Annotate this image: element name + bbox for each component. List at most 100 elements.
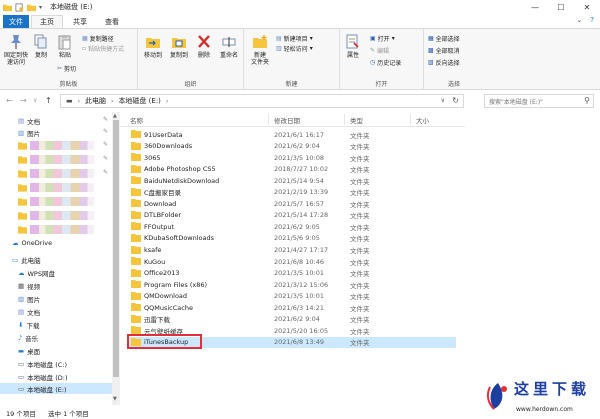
open-button[interactable]: ▣ 打开 ▾ [370, 34, 395, 43]
column-header-size[interactable]: 大小 [416, 115, 429, 125]
paste-shortcut-button[interactable]: ▫ 粘贴快捷方式 [82, 44, 124, 53]
table-row[interactable]: C盘搬家目录 2021/2/19 13:39 文件夹 [128, 187, 456, 198]
tab-home[interactable]: 主页 [31, 15, 63, 28]
file-type: 文件夹 [350, 270, 370, 279]
window-title: 本地磁盘 (E:) [50, 3, 93, 11]
select-all-button[interactable]: ▦ 全部选择 [428, 34, 460, 43]
select-none-button[interactable]: ▩ 全部取消 [428, 46, 460, 55]
file-name: BaiduNetdiskDownload [144, 176, 220, 185]
breadcrumb-this-pc[interactable]: 此电脑 [85, 96, 106, 106]
table-row[interactable]: 91UserData 2021/6/1 16:17 文件夹 [128, 129, 456, 140]
table-row[interactable]: QQMusicCache 2021/6/3 14:21 文件夹 [128, 302, 456, 313]
refresh-icon[interactable]: ↻ [452, 96, 459, 105]
select-none-icon: ▩ [428, 47, 434, 54]
scroll-down-icon[interactable]: ▼ [113, 396, 117, 402]
table-row[interactable]: Office2013 2021/3/5 10:01 文件夹 [128, 268, 456, 279]
nav-item-desktop[interactable]: ▬ 桌面 [18, 345, 40, 356]
edit-button[interactable]: ✎ 编辑 [370, 46, 389, 55]
tab-share[interactable]: 共享 [65, 15, 95, 28]
search-input[interactable]: 搜索"本地磁盘 (E:)" ⚲ [484, 94, 594, 108]
table-row[interactable]: Download 2021/5/7 16:57 文件夹 [128, 198, 456, 209]
site-logo-icon [486, 383, 507, 410]
back-arrow-icon[interactable]: ← [6, 96, 13, 105]
pin-icon[interactable]: ✎ [103, 141, 108, 148]
paste-button[interactable]: 粘贴 [56, 34, 74, 59]
table-row[interactable]: Adobe Photoshop CS5 2018/7/27 10:02 文件夹 [128, 164, 456, 175]
column-header-name[interactable]: 名称 [130, 115, 143, 125]
tab-view[interactable]: 查看 [97, 15, 127, 28]
chevron-down-icon[interactable]: ⌄ [576, 16, 582, 24]
pin-icon[interactable]: ✎ [103, 128, 108, 135]
nav-item-drive-c[interactable]: ▭ 本地磁盘 (C:) [18, 358, 67, 369]
rename-button[interactable]: 重命名 [218, 34, 240, 59]
copy-path-button[interactable]: ▦ 复制路径 [82, 34, 114, 43]
invert-selection-button[interactable]: ▧ 反向选择 [428, 58, 460, 67]
nav-item-drive-e[interactable]: ▭ 本地磁盘 (E:) [0, 383, 112, 394]
tab-file[interactable]: 文件 [3, 15, 29, 28]
properties-icon[interactable] [15, 3, 24, 12]
table-row[interactable]: 360Downloads 2021/6/2 9:04 文件夹 [128, 141, 456, 152]
column-header-date[interactable]: 修改日期 [274, 115, 300, 125]
minimize-button[interactable]: — [522, 0, 548, 14]
copy-to-button[interactable]: 复制到 [169, 34, 189, 59]
nav-item-documents-pc[interactable]: ▤ 文档 [18, 306, 40, 317]
scroll-up-icon[interactable]: ▲ [113, 113, 117, 119]
new-item-button[interactable]: ▤ 新建项目 ▾ [276, 34, 313, 43]
nav-item-onedrive[interactable]: ☁ OneDrive [12, 237, 52, 248]
forward-arrow-icon[interactable]: → [20, 96, 27, 105]
folder-icon [18, 156, 27, 164]
folder-icon [131, 280, 141, 289]
nav-item-music[interactable]: ♪ 音乐 [18, 332, 38, 343]
pin-quick-access-button[interactable]: 固定到快速访问 [3, 34, 29, 66]
nav-item-videos[interactable]: ▦ 视频 [18, 280, 40, 291]
table-row[interactable]: QMDownload 2021/3/5 10:01 文件夹 [128, 291, 456, 302]
delete-button[interactable]: 删除 [196, 34, 212, 59]
drive-icon: ▬ [66, 97, 73, 105]
table-row[interactable]: Program Files (x86) 2021/3/12 15:06 文件夹 [128, 279, 456, 290]
table-row[interactable]: ksafe 2021/4/27 17:17 文件夹 [128, 245, 456, 256]
up-arrow-icon[interactable]: ↑ [45, 96, 52, 105]
chevron-down-icon[interactable]: ▾ [39, 4, 42, 11]
nav-scrollbar[interactable]: ▲ ▼ [112, 112, 120, 405]
nav-item-downloads[interactable]: ⬇ 下载 [18, 319, 39, 330]
move-to-button[interactable]: 移动到 [143, 34, 163, 59]
table-row[interactable]: KDubaSoftDownloads 2021/5/6 9:05 文件夹 [128, 233, 456, 244]
copy-button[interactable]: 复制 [33, 34, 49, 59]
nav-item-pictures-quick[interactable]: ▧ 图片 [18, 127, 40, 138]
table-row[interactable]: BaiduNetdiskDownload 2021/5/14 9:54 文件夹 [128, 175, 456, 186]
table-row[interactable]: 迅雷下载 2021/6/2 9:04 文件夹 [128, 314, 456, 325]
address-bar[interactable]: ▬ › 此电脑 › 本地磁盘 (E:) › ∨ ↻ [60, 94, 464, 108]
table-row[interactable]: FFOutput 2021/6/2 9:05 文件夹 [128, 221, 456, 232]
maximize-button[interactable]: ☐ [548, 0, 574, 14]
nav-item-documents[interactable]: ▤ 文档 [18, 115, 40, 126]
pin-icon[interactable]: ✎ [103, 169, 108, 176]
close-button[interactable]: ✕ [574, 0, 600, 14]
nav-item-drive-d[interactable]: ▭ 本地磁盘 (D:) [18, 371, 68, 382]
file-name: KDubaSoftDownloads [144, 234, 215, 243]
scrollbar-thumb[interactable] [113, 120, 119, 377]
nav-item-wps-drive[interactable]: ☁ WPS网盘 [18, 267, 55, 278]
table-row[interactable]: KuGou 2021/6/8 10:46 文件夹 [128, 256, 456, 267]
pin-icon[interactable]: ✎ [103, 116, 108, 123]
history-button[interactable]: ◷ 历史记录 [370, 58, 401, 67]
folder-icon [131, 268, 141, 277]
nav-item-pictures[interactable]: ▧ 图片 [18, 293, 40, 304]
column-divider[interactable] [268, 114, 269, 125]
cut-button[interactable]: ✂ 剪切 [57, 64, 76, 73]
column-divider[interactable] [344, 114, 345, 125]
column-divider[interactable] [410, 114, 411, 125]
properties-button[interactable]: 属性 [343, 34, 363, 59]
chevron-down-icon[interactable]: ∨ [441, 97, 445, 104]
easy-access-button[interactable]: ▥ 轻松访问 ▾ [276, 44, 313, 53]
file-type: 文件夹 [350, 304, 370, 313]
breadcrumb-drive-e[interactable]: 本地磁盘 (E:) [118, 96, 160, 106]
column-header-type[interactable]: 类型 [350, 115, 363, 125]
pin-icon[interactable]: ✎ [103, 155, 108, 162]
nav-item-this-pc[interactable]: ▭ 此电脑 [12, 254, 41, 265]
chevron-down-icon[interactable]: ∨ [33, 97, 37, 104]
new-folder-icon[interactable] [27, 3, 36, 12]
table-row[interactable]: 3065 2021/3/5 10:08 文件夹 [128, 152, 456, 163]
new-folder-button[interactable]: 新建 文件夹 [248, 34, 272, 66]
table-row[interactable]: DTLBFolder 2021/5/14 17:28 文件夹 [128, 210, 456, 221]
help-icon[interactable]: ? [590, 16, 594, 24]
